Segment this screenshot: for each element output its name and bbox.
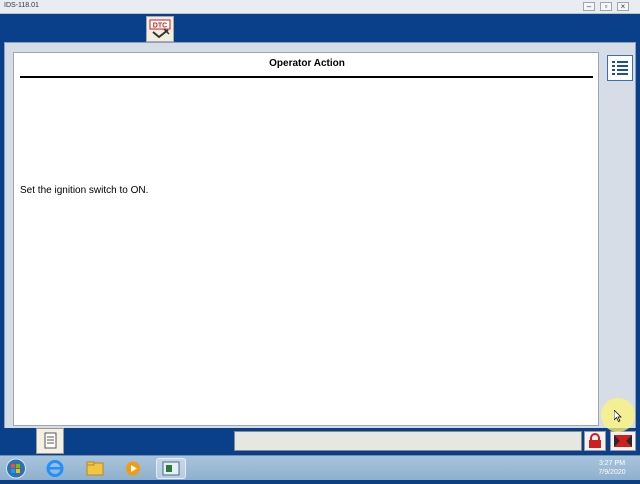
ids-app-icon (162, 461, 180, 476)
taskbar-clock[interactable]: 3:27 PM 7/9/2020 (584, 459, 640, 477)
status-field (234, 431, 582, 451)
window-title: IDS-118.01 (4, 2, 39, 9)
exit-button[interactable] (610, 431, 636, 451)
heading-divider (20, 76, 593, 78)
list-icon (612, 61, 628, 75)
lock-button[interactable] (584, 431, 606, 451)
internet-explorer-icon (46, 460, 64, 477)
exit-icon (614, 435, 632, 447)
media-player-icon (126, 461, 140, 476)
taskbar-ids-app[interactable] (156, 458, 186, 479)
page-title: Operator Action (269, 58, 345, 69)
dtc-button[interactable]: DTC (146, 16, 174, 42)
start-button[interactable] (4, 458, 34, 479)
operator-action-panel: Operator Action Set the ignition switch … (13, 52, 599, 426)
taskbar: 3:27 PM 7/9/2020 (0, 455, 640, 480)
taskbar-ie[interactable] (40, 458, 70, 479)
lock-icon (589, 433, 601, 448)
start-orb-icon (6, 458, 26, 479)
app-window: DTC Operator Action Set the ignition swi… (0, 14, 640, 455)
dtc-icon: DTC (149, 19, 171, 39)
bottom-toolbar (0, 428, 640, 455)
folder-icon (86, 461, 104, 476)
list-button[interactable] (607, 55, 633, 81)
dtc-label: DTC (153, 23, 167, 30)
main-panel: Operator Action Set the ignition switch … (4, 42, 636, 442)
mouse-pointer-icon (614, 410, 622, 422)
clock-time: 3:27 PM (598, 460, 626, 467)
document-button[interactable] (36, 428, 64, 454)
maximize-button[interactable]: ▫ (600, 2, 612, 11)
clock-date: 7/9/2020 (598, 469, 626, 476)
taskbar-media-player[interactable] (118, 458, 148, 479)
close-button[interactable]: × (617, 2, 629, 11)
minimize-button[interactable]: – (583, 2, 595, 11)
instruction-text: Set the ignition switch to ON. (20, 185, 149, 196)
taskbar-explorer[interactable] (80, 458, 110, 479)
document-icon (44, 432, 57, 449)
title-bar: IDS-118.01 – ▫ × (0, 0, 640, 14)
